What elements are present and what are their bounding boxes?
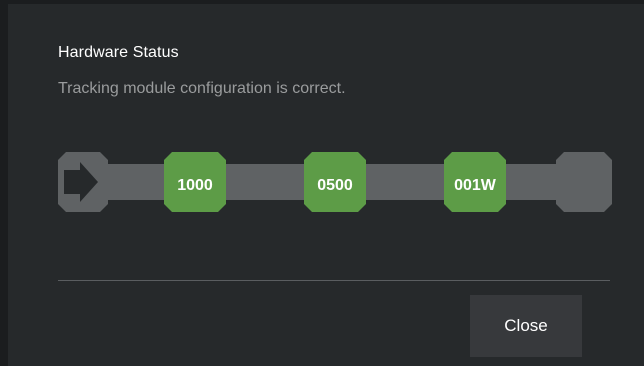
hardware-status-dialog: Hardware Status Tracking module configur… — [8, 4, 644, 366]
arrow-right-icon — [64, 162, 98, 202]
status-message: Tracking module configuration is correct… — [58, 80, 346, 97]
module-label-1: 1000 — [177, 177, 213, 194]
module-label-2: 0500 — [317, 177, 353, 194]
module-label-3: 001W — [454, 177, 496, 194]
module-block-1 — [164, 152, 226, 212]
chain-start-connector — [58, 152, 108, 212]
module-block-3 — [444, 152, 506, 212]
chain-track — [62, 164, 612, 200]
dialog-divider — [58, 280, 610, 281]
dialog-title: Hardware Status — [58, 44, 179, 61]
module-block-2 — [304, 152, 366, 212]
close-button[interactable]: Close — [470, 295, 582, 357]
chain-end-connector — [556, 152, 612, 212]
